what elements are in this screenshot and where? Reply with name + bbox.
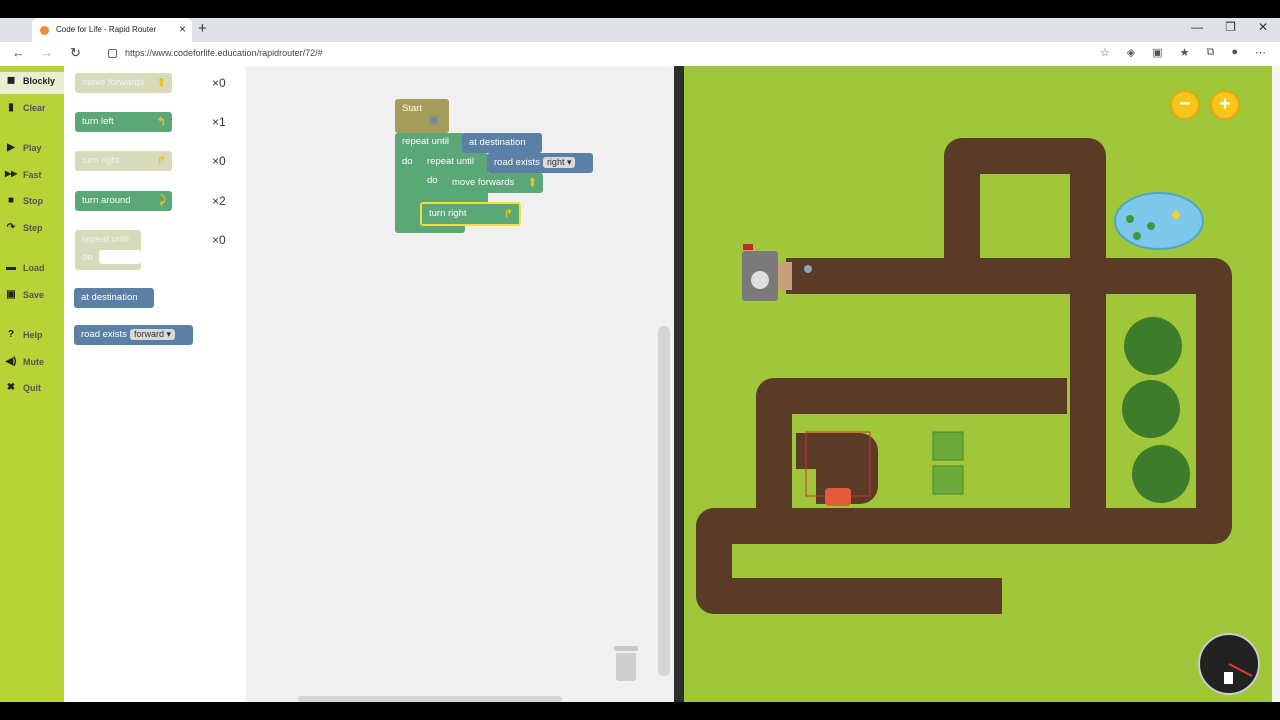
rapid-router-app: ◼ Blockly ▮ Clear ▶ Play ▶▶ Fast ■ Stop … bbox=[0, 66, 1280, 702]
bottom-black-bar bbox=[0, 702, 1280, 720]
reload-icon[interactable]: ↻ bbox=[70, 45, 81, 61]
minimize-icon[interactable]: — bbox=[1191, 20, 1203, 34]
tree bbox=[1132, 445, 1190, 503]
trash-can-icon[interactable] bbox=[614, 646, 638, 682]
direction-dropdown[interactable]: forward ▾ bbox=[129, 329, 175, 340]
window-controls: — ❐ ✕ bbox=[1191, 20, 1268, 34]
blockly-icon: ◼ bbox=[6, 75, 16, 86]
panel-divider[interactable] bbox=[674, 66, 684, 702]
step-icon: ↷ bbox=[6, 222, 16, 233]
toolbox-move-forwards-block[interactable]: move forwards ⬆ bbox=[75, 73, 172, 93]
menu-help[interactable]: ? Help bbox=[0, 326, 64, 348]
menu-mute[interactable]: ◀) Mute bbox=[0, 353, 64, 375]
profile-avatar[interactable]: ● bbox=[1231, 46, 1238, 59]
block-toolbox: move forwards ⬆ ×0 turn left ↰ ×1 turn r… bbox=[64, 66, 246, 702]
menu-clear[interactable]: ▮ Clear bbox=[0, 99, 64, 121]
maximize-icon[interactable]: ❐ bbox=[1225, 20, 1236, 34]
turn-left-arrow-icon: ↰ bbox=[156, 116, 166, 128]
toolbox-road-exists-block[interactable]: road exists forward ▾ bbox=[74, 325, 193, 345]
toolbox-repeat-until-block[interactable]: repeat until do bbox=[75, 230, 141, 270]
at-destination-condition[interactable]: at destination bbox=[462, 133, 542, 153]
start-block[interactable]: Start ▣ bbox=[395, 99, 449, 133]
menu-blockly[interactable]: ◼ Blockly bbox=[0, 72, 64, 94]
block-count: ×2 bbox=[212, 194, 226, 208]
tab-title: Code for Life - Rapid Router bbox=[56, 25, 157, 34]
blockly-workspace[interactable]: Start ▣ repeat until do at destination r… bbox=[246, 66, 674, 702]
tabs-icon[interactable]: ⧉ bbox=[1206, 46, 1214, 59]
direction-dropdown[interactable]: right ▾ bbox=[542, 157, 576, 168]
more-menu-icon[interactable]: ⋯ bbox=[1255, 46, 1266, 59]
new-tab-button[interactable]: + bbox=[198, 20, 207, 37]
turn-right-arrow-icon: ↱ bbox=[156, 155, 166, 167]
menu-step[interactable]: ↷ Step bbox=[0, 219, 64, 241]
url-text: https://www.codeforlife.education/rapidr… bbox=[125, 48, 323, 58]
extension-icon[interactable]: ◈ bbox=[1127, 46, 1135, 59]
block-count: ×0 bbox=[212, 154, 226, 168]
speaker-icon: ◀) bbox=[5, 356, 17, 367]
menu-fast[interactable]: ▶▶ Fast bbox=[0, 166, 64, 188]
toolbox-at-destination-block[interactable]: at destination bbox=[74, 288, 154, 308]
favorites-icon[interactable]: ★ bbox=[1180, 46, 1190, 59]
tree bbox=[1122, 380, 1180, 438]
game-map: − + bbox=[684, 66, 1272, 702]
close-icon: ✖ bbox=[6, 382, 16, 393]
turn-right-block-selected[interactable]: turn right ↱ bbox=[420, 202, 521, 226]
close-window-icon[interactable]: ✕ bbox=[1258, 20, 1268, 34]
favorite-star-icon[interactable]: ☆ bbox=[1100, 46, 1110, 59]
collections-icon[interactable]: ▣ bbox=[1152, 46, 1162, 59]
repeat-slot bbox=[99, 250, 141, 264]
zoom-in-button[interactable]: + bbox=[1210, 90, 1240, 120]
toolbox-turn-around-block[interactable]: turn around ⤸ bbox=[75, 191, 172, 211]
stop-icon: ■ bbox=[7, 195, 15, 206]
bush bbox=[932, 431, 964, 461]
menu-load[interactable]: ▬ Load bbox=[0, 259, 64, 281]
close-tab-icon[interactable]: × bbox=[179, 22, 186, 36]
toolbox-turn-right-block[interactable]: turn right ↱ bbox=[75, 151, 172, 171]
favicon-icon bbox=[40, 26, 49, 35]
block-count: ×0 bbox=[212, 233, 226, 247]
block-count: ×0 bbox=[212, 76, 226, 90]
right-edge-strip bbox=[1272, 66, 1280, 702]
road-map-drawing bbox=[696, 138, 1260, 695]
trash-icon: ▮ bbox=[8, 102, 14, 113]
menu-stop[interactable]: ■ Stop bbox=[0, 192, 64, 214]
menu-quit[interactable]: ✖ Quit bbox=[0, 379, 64, 401]
browser-toolbar: ← → ↻ https://www.codeforlife.education/… bbox=[0, 42, 1280, 67]
browser-extension-icons: ☆ ◈ ▣ ★ ⧉ ● ⋯ bbox=[1100, 46, 1266, 59]
folder-icon: ▬ bbox=[6, 262, 16, 273]
delivery-van bbox=[825, 488, 851, 506]
road-exists-condition[interactable]: road exists right ▾ bbox=[487, 153, 593, 173]
forward-icon[interactable]: → bbox=[40, 45, 53, 60]
workspace-vertical-scrollbar[interactable] bbox=[658, 326, 670, 676]
van-icon: ▣ bbox=[429, 114, 440, 126]
lock-icon bbox=[108, 49, 117, 58]
menu-save[interactable]: ▣ Save bbox=[0, 286, 64, 308]
house-destination bbox=[742, 244, 792, 301]
toolbox-turn-left-block[interactable]: turn left ↰ bbox=[75, 112, 172, 132]
fast-forward-icon: ▶▶ bbox=[5, 169, 18, 178]
help-icon: ? bbox=[7, 329, 15, 340]
cow-icon bbox=[804, 265, 812, 273]
play-icon: ▶ bbox=[7, 142, 15, 153]
browser-title-bar: Code for Life - Rapid Router × + — ❐ ✕ bbox=[0, 18, 1280, 42]
address-bar[interactable]: https://www.codeforlife.education/rapidr… bbox=[100, 44, 1090, 63]
tree bbox=[1124, 317, 1182, 375]
arrow-up-icon: ⬆ bbox=[527, 177, 537, 189]
arrow-up-icon: ⬆ bbox=[156, 77, 166, 89]
move-forwards-block[interactable]: move forwards ⬆ bbox=[445, 173, 543, 193]
save-icon: ▣ bbox=[6, 289, 16, 300]
side-menu: ◼ Blockly ▮ Clear ▶ Play ▶▶ Fast ■ Stop … bbox=[0, 66, 64, 702]
turn-right-arrow-icon: ↱ bbox=[503, 208, 513, 220]
bush bbox=[932, 465, 964, 495]
browser-tab[interactable]: Code for Life - Rapid Router × bbox=[32, 18, 192, 42]
zoom-out-button[interactable]: − bbox=[1170, 90, 1200, 120]
turn-around-arrow-icon: ⤸ bbox=[159, 194, 166, 206]
menu-play[interactable]: ▶ Play bbox=[0, 139, 64, 161]
back-icon[interactable]: ← bbox=[12, 45, 25, 60]
block-count: ×1 bbox=[212, 115, 226, 129]
grass-island bbox=[987, 176, 1067, 254]
